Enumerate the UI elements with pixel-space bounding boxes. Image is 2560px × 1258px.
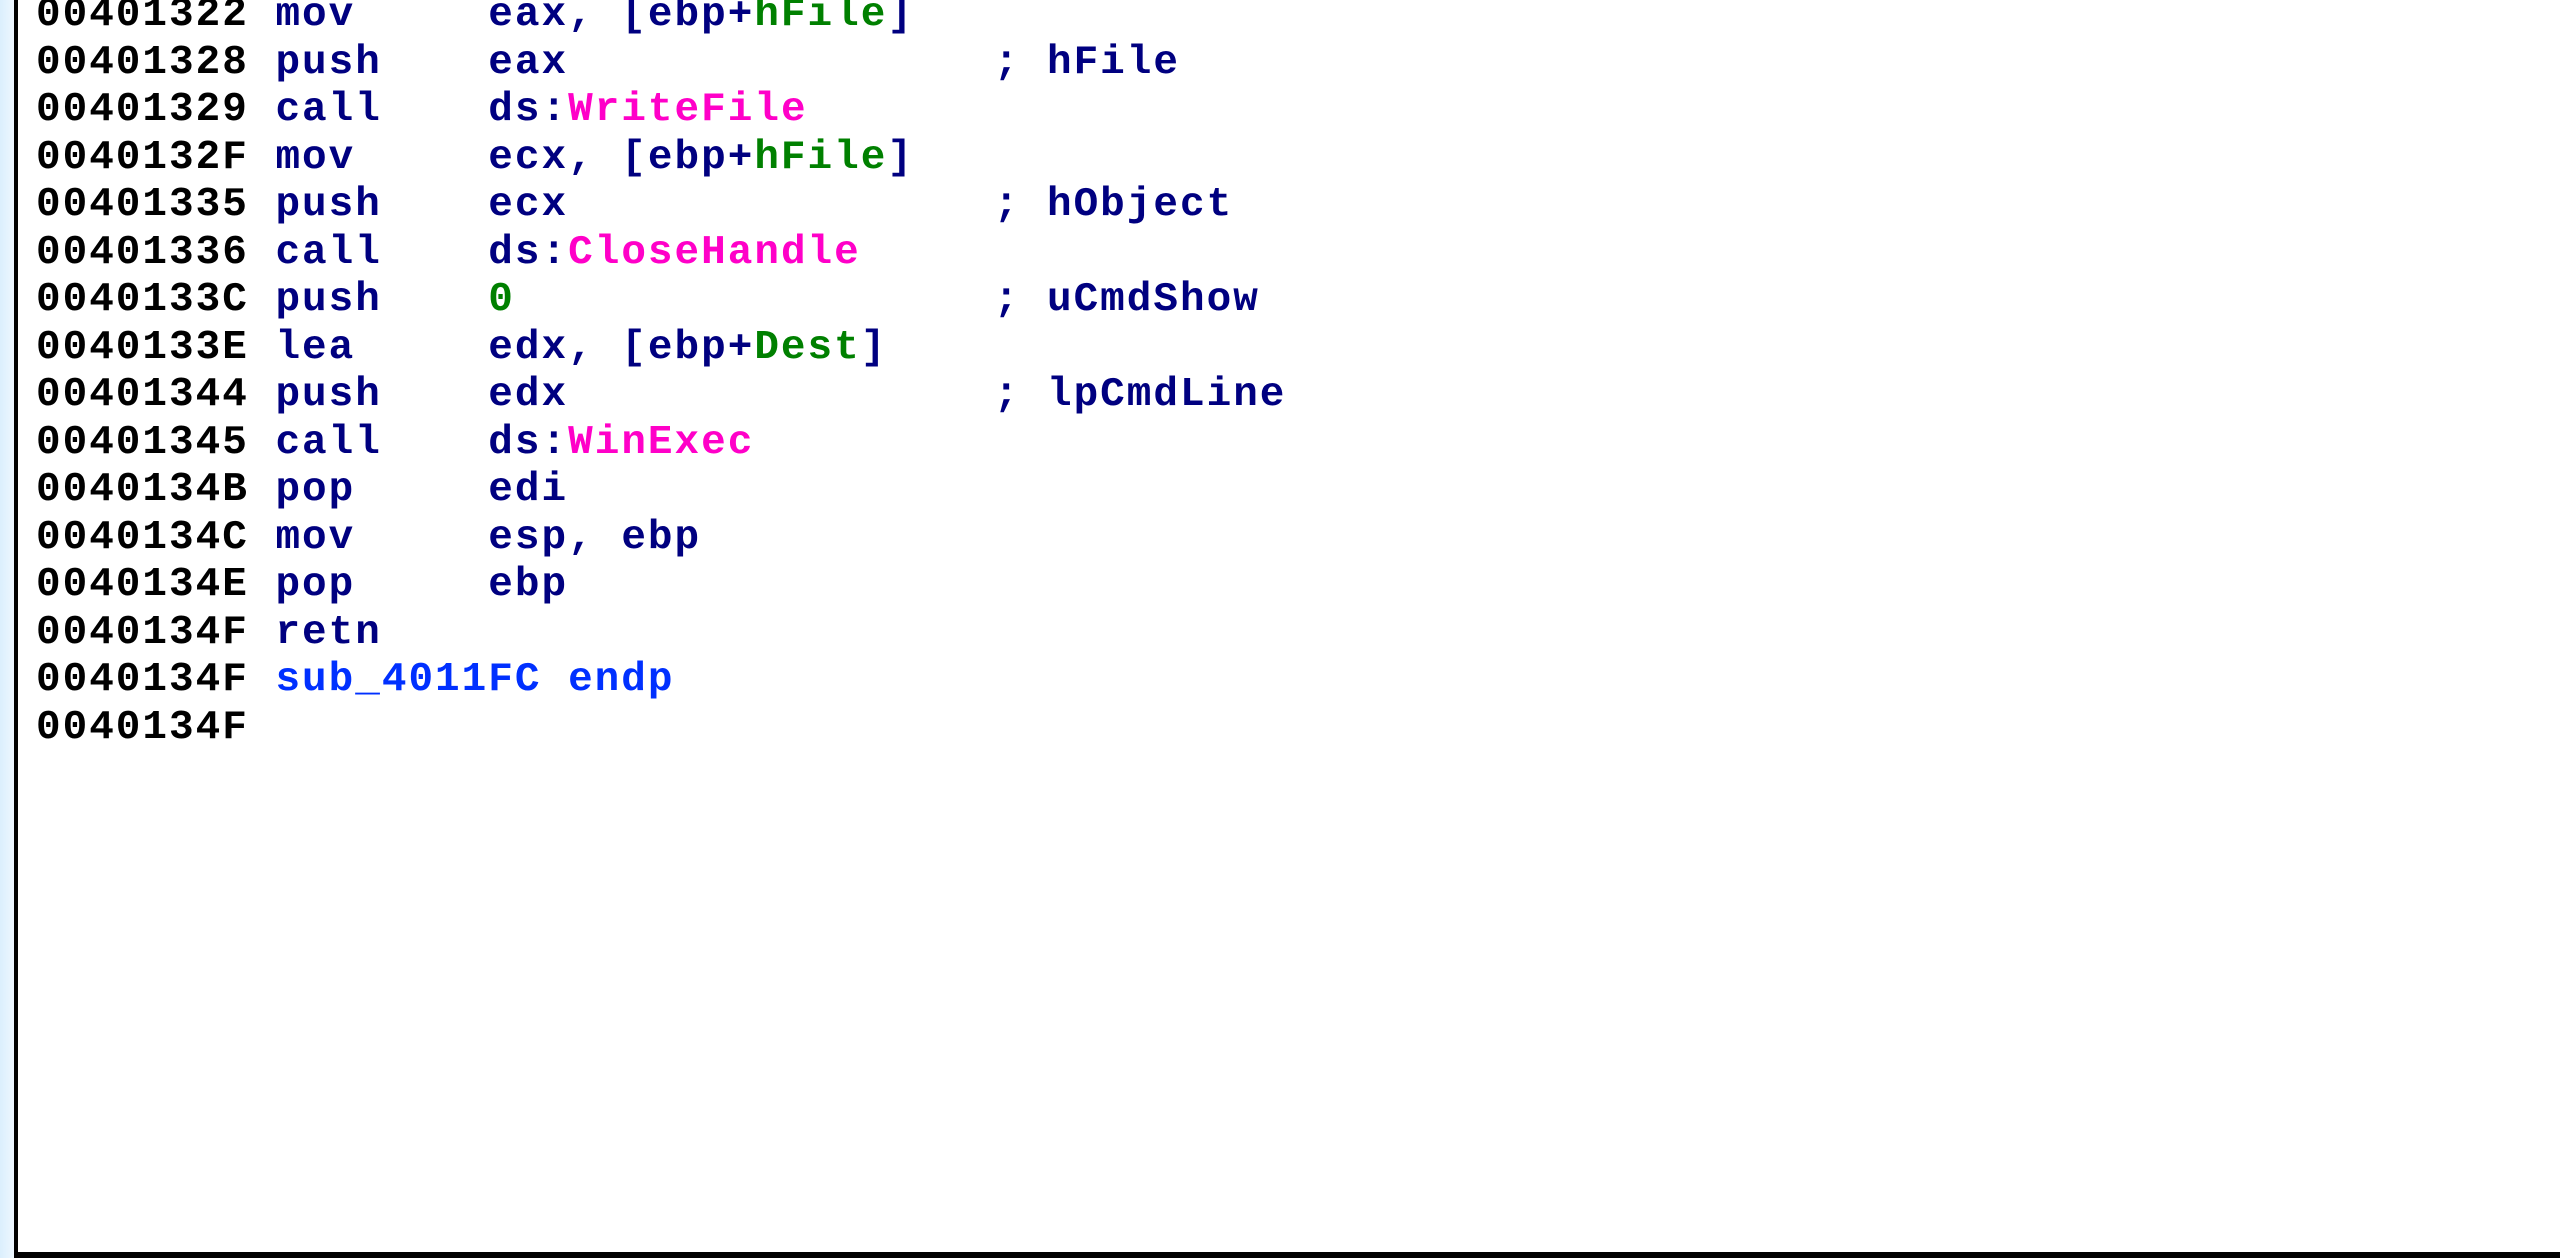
asm-line[interactable]: 0040133C push 0 ; uCmdShow <box>36 277 2560 325</box>
punct: : <box>542 87 569 133</box>
register: edx <box>488 325 568 371</box>
register: ebp <box>648 135 728 181</box>
address[interactable]: 00401322 <box>36 0 275 38</box>
punct: , <box>568 515 621 561</box>
mnemonic: mov <box>275 515 488 561</box>
api-name[interactable]: CloseHandle <box>568 230 861 276</box>
punct: ] <box>861 325 888 371</box>
asm-line[interactable]: 0040134F retn <box>36 610 2560 658</box>
address[interactable]: 0040134F <box>36 657 275 703</box>
mnemonic: pop <box>275 467 488 513</box>
api-name[interactable]: WinExec <box>568 420 754 466</box>
comment: ; hFile <box>994 40 1180 86</box>
spacer <box>515 277 994 323</box>
asm-line[interactable]: 0040134F <box>36 705 2560 753</box>
comment: ; uCmdShow <box>994 277 1260 323</box>
asm-line[interactable]: 00401329 call ds:WriteFile <box>36 87 2560 135</box>
register: edx <box>488 372 568 418</box>
api-name[interactable]: WriteFile <box>568 87 807 133</box>
address[interactable]: 00401344 <box>36 372 275 418</box>
segment: ds <box>488 230 541 276</box>
spacer <box>568 182 994 228</box>
local-var[interactable]: hFile <box>754 0 887 38</box>
address[interactable]: 00401328 <box>36 40 275 86</box>
punct: ] <box>887 135 914 181</box>
spacer <box>568 372 994 418</box>
punct: , [ <box>568 325 648 371</box>
local-var[interactable]: Dest <box>754 325 860 371</box>
punct: , [ <box>568 0 648 38</box>
register: esp <box>488 515 568 561</box>
register: ebp <box>648 325 728 371</box>
asm-line[interactable]: 0040134C mov esp, ebp <box>36 515 2560 563</box>
asm-line[interactable]: 00401344 push edx ; lpCmdLine <box>36 372 2560 420</box>
asm-line[interactable]: 0040133E lea edx, [ebp+Dest] <box>36 325 2560 373</box>
mnemonic: pop <box>275 562 488 608</box>
punct: + <box>728 0 755 38</box>
immediate: 0 <box>488 277 515 323</box>
address[interactable]: 0040132F <box>36 135 275 181</box>
segment: ds <box>488 87 541 133</box>
address[interactable]: 00401345 <box>36 420 275 466</box>
mnemonic: call <box>275 230 488 276</box>
disassembly-view[interactable]: 00401322 mov eax, [ebp+hFile]00401328 pu… <box>0 0 2560 1258</box>
comment: ; lpCmdLine <box>994 372 1287 418</box>
address[interactable]: 0040134F <box>36 705 275 751</box>
asm-line[interactable]: 0040134F sub_4011FC endp <box>36 657 2560 705</box>
address[interactable]: 00401335 <box>36 182 275 228</box>
asm-line[interactable]: 0040134E pop ebp <box>36 562 2560 610</box>
disassembly-listing[interactable]: 00401322 mov eax, [ebp+hFile]00401328 pu… <box>36 0 2560 752</box>
punct: : <box>542 420 569 466</box>
register: eax <box>488 0 568 38</box>
address[interactable]: 0040134B <box>36 467 275 513</box>
address[interactable]: 0040134E <box>36 562 275 608</box>
mnemonic: lea <box>275 325 488 371</box>
mnemonic: push <box>275 372 488 418</box>
asm-line[interactable]: 00401322 mov eax, [ebp+hFile] <box>36 0 2560 40</box>
mnemonic: retn <box>275 610 488 656</box>
mnemonic: call <box>275 87 488 133</box>
punct: : <box>542 230 569 276</box>
register: ebp <box>488 562 568 608</box>
asm-line[interactable]: 0040134B pop edi <box>36 467 2560 515</box>
asm-line[interactable]: 00401345 call ds:WinExec <box>36 420 2560 468</box>
punct: , [ <box>568 135 648 181</box>
mnemonic <box>275 705 488 751</box>
mnemonic: mov <box>275 0 488 38</box>
segment: ds <box>488 420 541 466</box>
left-gutter <box>0 0 14 1258</box>
register: ecx <box>488 135 568 181</box>
register: ebp <box>648 0 728 38</box>
border-bottom <box>14 1252 2560 1258</box>
punct: + <box>728 135 755 181</box>
asm-line[interactable]: 00401328 push eax ; hFile <box>36 40 2560 88</box>
punct: ] <box>887 0 914 38</box>
border-left <box>14 0 18 1258</box>
local-var[interactable]: hFile <box>754 135 887 181</box>
asm-line[interactable]: 00401336 call ds:CloseHandle <box>36 230 2560 278</box>
mnemonic: call <box>275 420 488 466</box>
address[interactable]: 00401336 <box>36 230 275 276</box>
register: eax <box>488 40 568 86</box>
register: edi <box>488 467 568 513</box>
subroutine-end[interactable]: sub_4011FC endp <box>275 657 674 703</box>
address[interactable]: 0040133C <box>36 277 275 323</box>
register: ebp <box>621 515 701 561</box>
mnemonic: push <box>275 182 488 228</box>
mnemonic: push <box>275 277 488 323</box>
mnemonic: mov <box>275 135 488 181</box>
address[interactable]: 0040134C <box>36 515 275 561</box>
address[interactable]: 00401329 <box>36 87 275 133</box>
mnemonic: push <box>275 40 488 86</box>
asm-line[interactable]: 00401335 push ecx ; hObject <box>36 182 2560 230</box>
address[interactable]: 0040133E <box>36 325 275 371</box>
comment: ; hObject <box>994 182 1233 228</box>
register: ecx <box>488 182 568 228</box>
punct: + <box>728 325 755 371</box>
asm-line[interactable]: 0040132F mov ecx, [ebp+hFile] <box>36 135 2560 183</box>
address[interactable]: 0040134F <box>36 610 275 656</box>
spacer <box>568 40 994 86</box>
